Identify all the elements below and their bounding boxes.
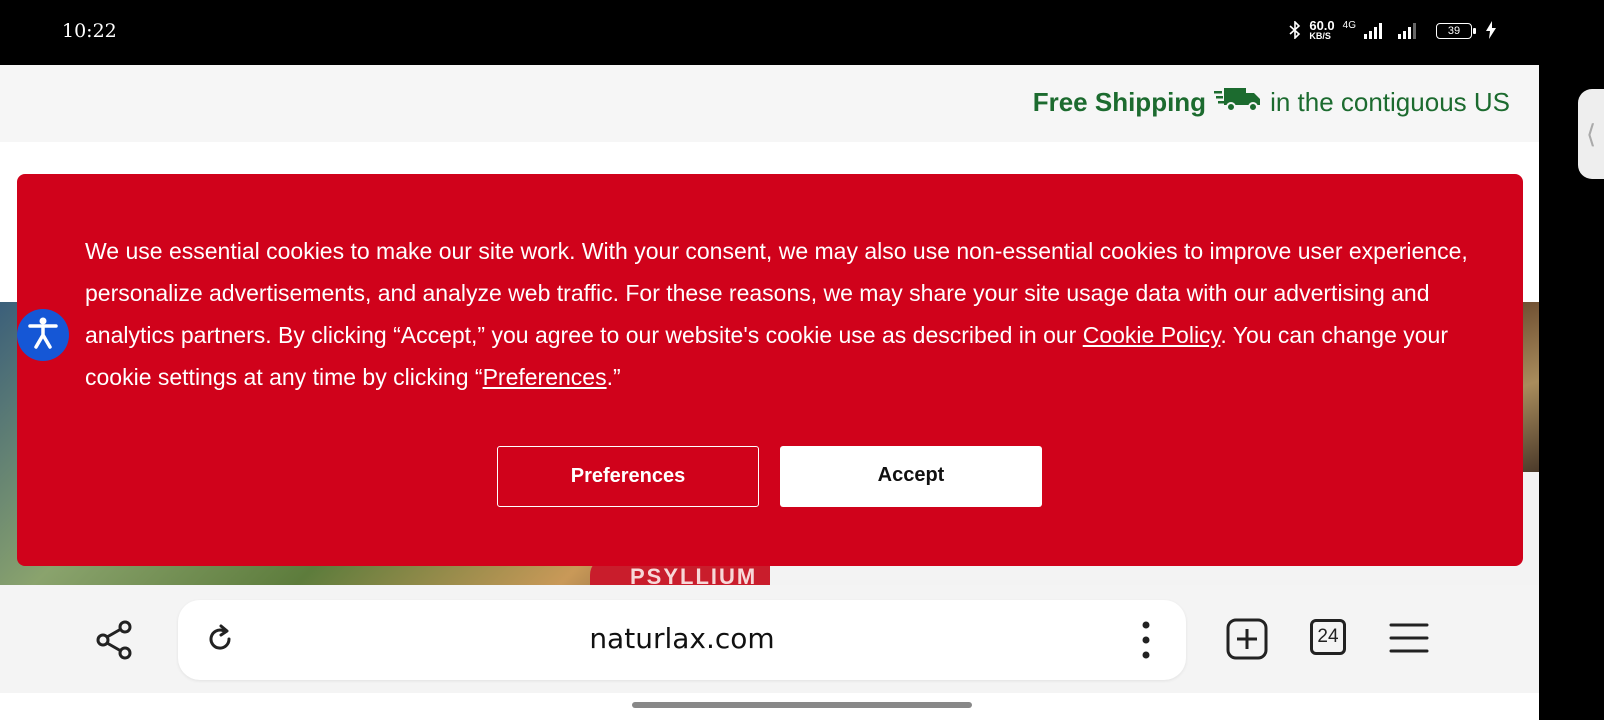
preferences-button[interactable]: Preferences bbox=[497, 446, 759, 507]
shipping-banner: Free Shipping in the contiguous US bbox=[0, 65, 1539, 142]
tab-switcher-button[interactable]: 24 bbox=[1310, 619, 1346, 655]
signal-icon-2 bbox=[1398, 23, 1416, 39]
share-icon[interactable] bbox=[95, 620, 135, 665]
gesture-bar[interactable] bbox=[632, 702, 972, 708]
accessibility-button[interactable] bbox=[17, 309, 69, 361]
cookie-policy-link[interactable]: Cookie Policy bbox=[1083, 322, 1221, 348]
shipping-message[interactable]: Free Shipping in the contiguous US bbox=[1033, 85, 1510, 120]
shipping-region-text: in the contiguous US bbox=[1270, 87, 1510, 117]
cookie-message: We use essential cookies to make our sit… bbox=[85, 230, 1485, 398]
network-speed-unit: KB/S bbox=[1309, 31, 1331, 41]
delivery-truck-icon bbox=[1214, 85, 1262, 120]
address-bar[interactable]: naturlax.com bbox=[178, 600, 1186, 680]
charging-icon bbox=[1486, 20, 1496, 42]
network-speed: 60.0 KB/S bbox=[1309, 18, 1335, 42]
menu-icon[interactable] bbox=[1389, 622, 1429, 659]
network-speed-value: 60.0 bbox=[1309, 18, 1335, 33]
web-page: Free Shipping in the contiguous US PSYLL… bbox=[0, 65, 1539, 693]
url-text[interactable]: naturlax.com bbox=[178, 622, 1186, 655]
accept-button[interactable]: Accept bbox=[780, 446, 1042, 507]
accessibility-icon bbox=[27, 316, 59, 355]
network-type: 4G bbox=[1342, 20, 1356, 31]
preferences-link[interactable]: Preferences bbox=[483, 364, 607, 390]
signal-icon bbox=[1364, 23, 1382, 39]
browser-toolbar: naturlax.com 24 bbox=[0, 585, 1539, 693]
free-shipping-label: Free Shipping bbox=[1032, 87, 1207, 117]
cookie-consent-banner: We use essential cookies to make our sit… bbox=[17, 174, 1523, 566]
side-panel-handle[interactable]: ⟨ bbox=[1578, 89, 1604, 179]
bluetooth-icon bbox=[1289, 19, 1301, 42]
status-bar: 10:22 60.0 KB/S 4G 39 bbox=[0, 0, 1604, 65]
status-icons: 60.0 KB/S 4G 39 bbox=[1289, 18, 1496, 42]
battery-icon: 39 bbox=[1436, 23, 1476, 39]
cookie-text-3: .” bbox=[606, 364, 621, 390]
more-options-icon[interactable] bbox=[1141, 620, 1151, 665]
status-time: 10:22 bbox=[62, 20, 117, 42]
new-tab-icon[interactable] bbox=[1226, 618, 1268, 665]
